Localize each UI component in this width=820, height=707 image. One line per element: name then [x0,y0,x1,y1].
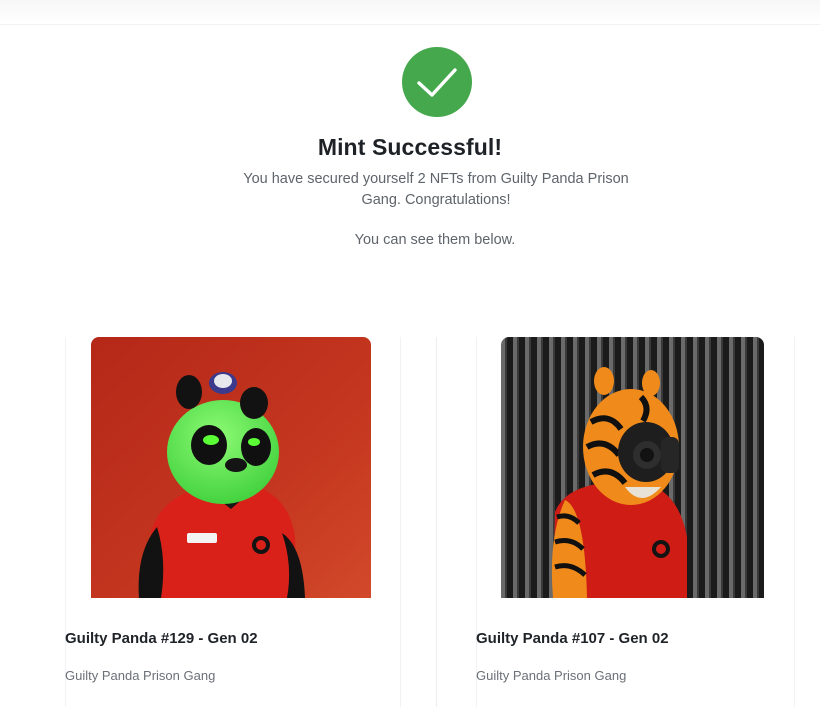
card-border [400,337,401,707]
nft-name[interactable]: Guilty Panda #129 - Gen 02 [65,630,258,647]
nft-card[interactable]: Guilty Panda #107 - Gen 02 Guilty Panda … [476,337,795,707]
card-border [476,337,477,707]
success-message: You have secured yourself 2 NFTs from Gu… [243,171,629,208]
page-title: Mint Successful! [317,134,503,160]
tiger-panda-nft-image[interactable] [501,337,764,598]
green-panda-nft-image[interactable] [91,337,371,598]
nft-collection-name: Guilty Panda Prison Gang [65,668,216,683]
nft-card[interactable]: Guilty Panda #129 - Gen 02 Guilty Panda … [65,337,401,707]
nft-name[interactable]: Guilty Panda #107 - Gen 02 [476,630,669,647]
success-submessage: You can see them below. [354,232,516,248]
success-badge [402,47,472,117]
card-divider [436,337,437,707]
card-border [794,337,795,707]
header-bar [0,0,820,25]
card-border [65,337,66,707]
nft-collection-name: Guilty Panda Prison Gang [476,668,627,683]
mint-success-page: Mint Successful! You have secured yourse… [0,0,820,707]
checkmark-icon [417,68,457,97]
